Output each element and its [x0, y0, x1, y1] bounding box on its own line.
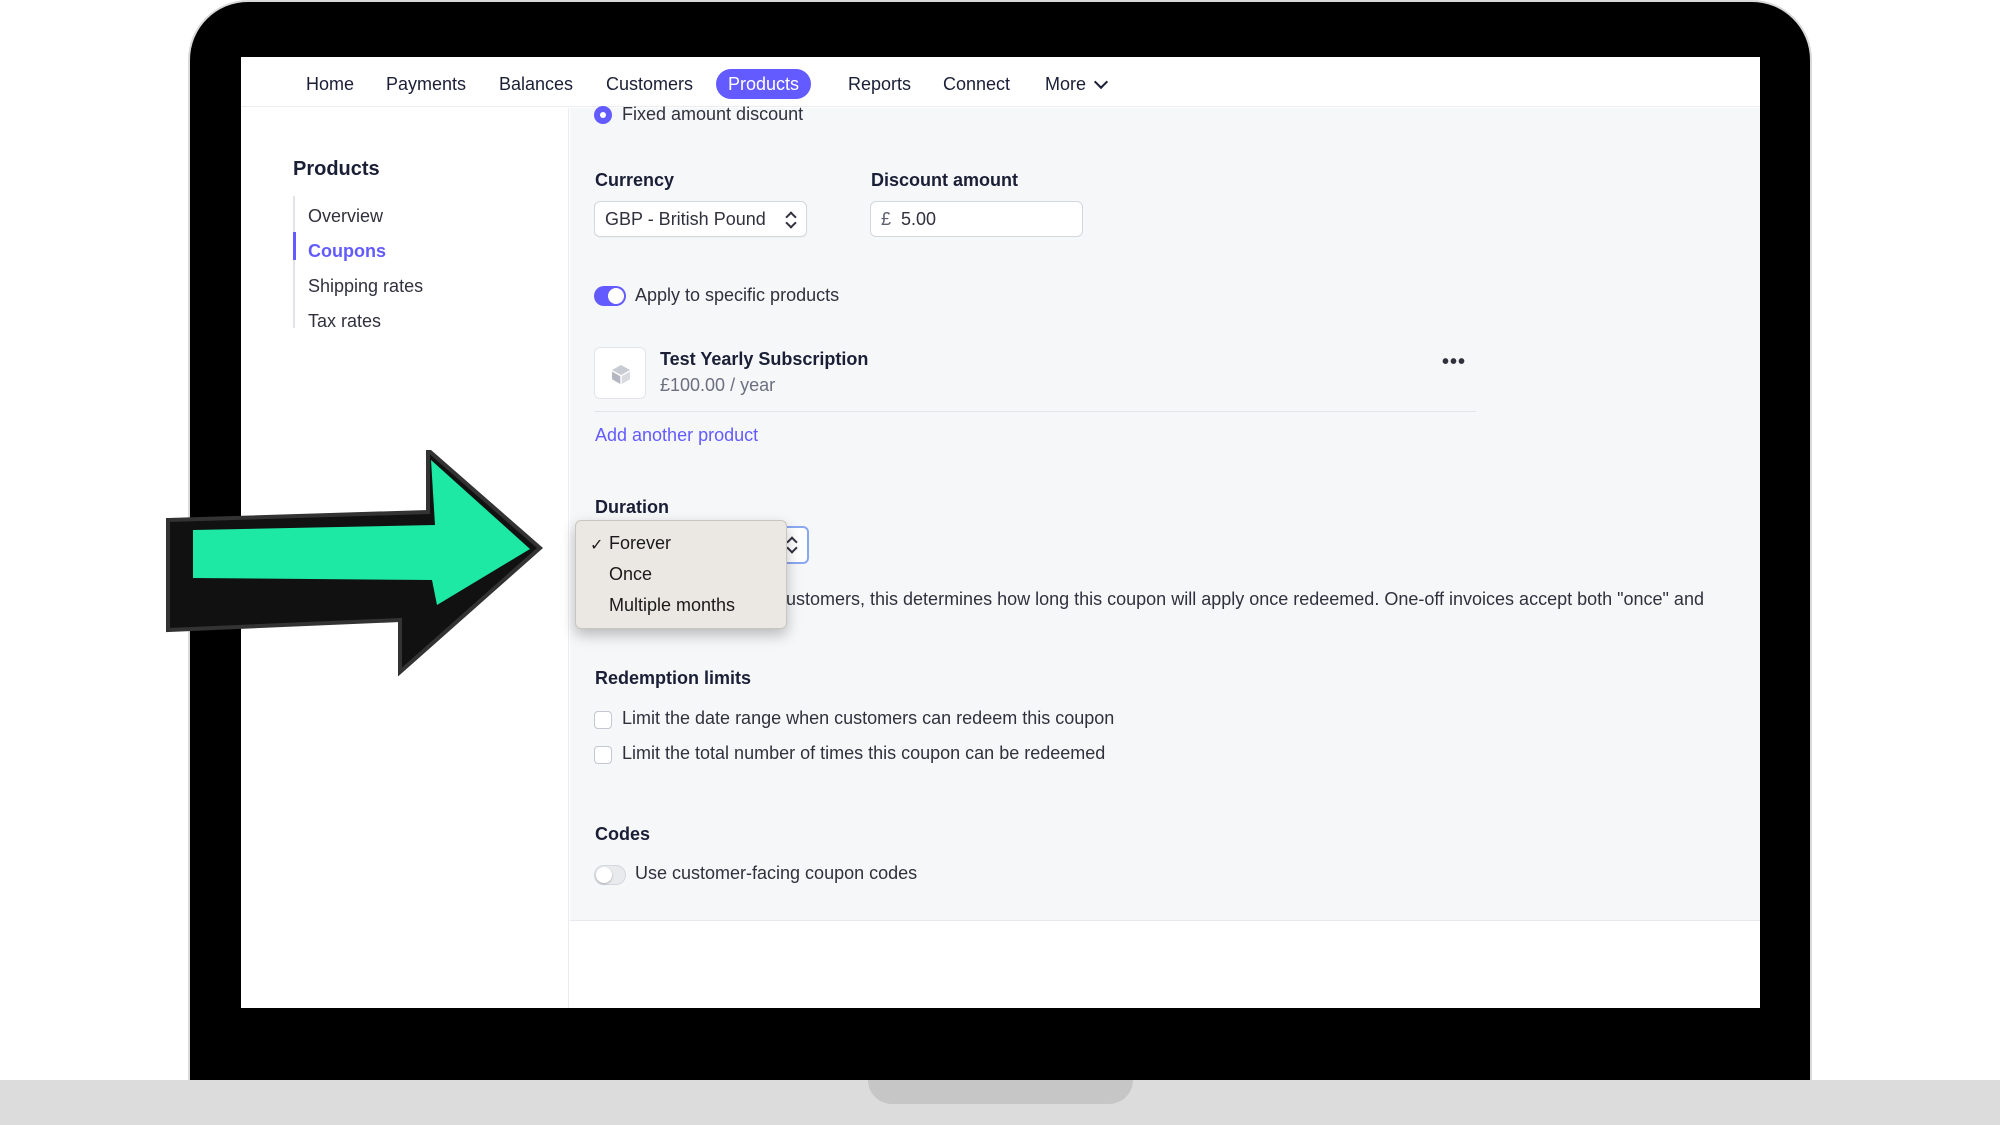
nav-connect[interactable]: Connect [931, 69, 1022, 99]
fixed-amount-radio[interactable] [594, 106, 612, 124]
redemption-limits-label: Redemption limits [595, 668, 752, 688]
currency-symbol: £ [881, 209, 892, 229]
nav-home[interactable]: Home [294, 69, 366, 99]
stage: Home Payments Balances Customers Product… [0, 0, 2000, 1125]
nav-balances[interactable]: Balances [487, 69, 585, 99]
apply-products-toggle[interactable] [594, 286, 626, 306]
nav-reports[interactable]: Reports [836, 69, 923, 99]
product-menu-icon[interactable]: ••• [1442, 351, 1466, 374]
sidebar-item-tax-rates[interactable]: Tax rates [308, 311, 381, 332]
currency-label: Currency [595, 170, 675, 190]
limit-date-range-label: Limit the date range when customers can … [622, 708, 1115, 728]
limit-redemptions-checkbox[interactable] [594, 746, 612, 764]
codes-label: Codes [595, 824, 651, 844]
duration-option-forever[interactable]: Forever [609, 533, 671, 554]
product-thumbnail [594, 347, 646, 399]
nav-customers[interactable]: Customers [594, 69, 705, 99]
sidebar-divider [293, 196, 295, 328]
duration-help-text: ustomers, this determines how long this … [786, 589, 1704, 609]
duration-option-once[interactable]: Once [609, 564, 652, 585]
select-arrows-icon [787, 536, 797, 554]
discount-amount-label: Discount amount [871, 170, 1018, 190]
top-nav: Home Payments Balances Customers Product… [241, 57, 1760, 107]
currency-value: GBP - British Pound [605, 209, 766, 229]
nav-more-label: More [1045, 74, 1087, 94]
box-icon [612, 365, 630, 384]
laptop-notch [868, 1080, 1133, 1104]
chevron-down-icon [1093, 74, 1109, 90]
sidebar-item-shipping-rates[interactable]: Shipping rates [308, 276, 423, 297]
product-price: £100.00 / year [660, 375, 776, 395]
customer-codes-toggle[interactable] [594, 865, 626, 885]
checkmark-icon: ✓ [590, 537, 604, 554]
duration-option-multiple-months[interactable]: Multiple months [609, 595, 735, 616]
discount-amount-input[interactable]: £5.00 [870, 201, 1083, 237]
sidebar-active-marker [293, 232, 296, 260]
limit-date-range-checkbox[interactable] [594, 711, 612, 729]
fixed-amount-label: Fixed amount discount [622, 104, 804, 124]
sidebar-item-overview[interactable]: Overview [308, 206, 383, 227]
currency-select[interactable]: GBP - British Pound [594, 201, 807, 237]
limit-redemptions-label: Limit the total number of times this cou… [622, 743, 1106, 763]
nav-payments[interactable]: Payments [374, 69, 478, 99]
sidebar-title: Products [293, 158, 380, 180]
product-divider [594, 411, 1476, 412]
nav-more[interactable]: More [1033, 69, 1118, 99]
sidebar-item-coupons[interactable]: Coupons [308, 241, 386, 262]
nav-products[interactable]: Products [716, 69, 812, 99]
product-name: Test Yearly Subscription [660, 349, 869, 369]
customer-codes-label: Use customer-facing coupon codes [635, 863, 918, 883]
pointing-arrow-icon [166, 450, 544, 677]
discount-amount-value: 5.00 [901, 209, 937, 229]
form-footer [570, 920, 1760, 1008]
duration-dropdown-menu: ✓ Forever Once Multiple months [575, 520, 787, 629]
apply-products-label: Apply to specific products [635, 285, 840, 305]
add-another-product-link[interactable]: Add another product [595, 425, 758, 446]
duration-label: Duration [595, 497, 669, 517]
select-arrows-icon [786, 211, 796, 229]
